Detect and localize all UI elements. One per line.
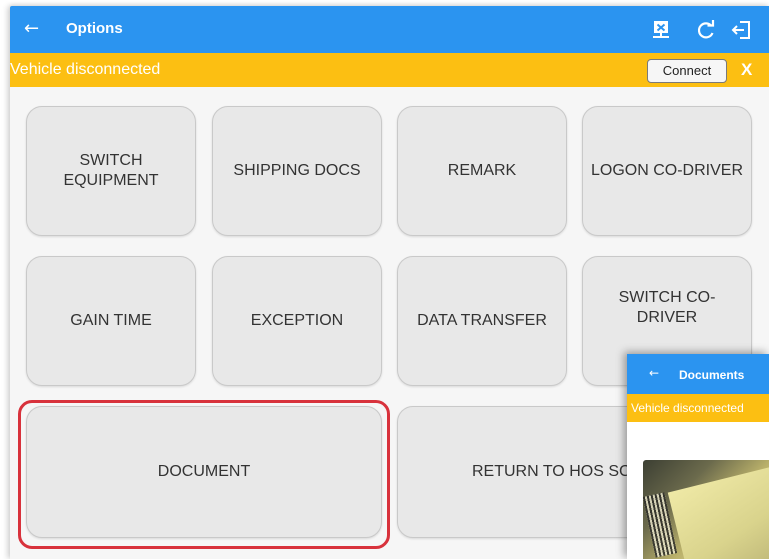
refresh-icon[interactable] xyxy=(694,18,718,42)
switch-equipment-label-line1: SWITCH xyxy=(79,152,143,169)
exception-label: EXCEPTION xyxy=(250,312,344,329)
logon-co-driver-button[interactable]: LOGON CO-DRIVER xyxy=(582,106,752,236)
return-to-hos-label: RETURN TO HOS SC xyxy=(472,463,631,480)
remark-label: REMARK xyxy=(447,162,517,179)
data-transfer-button[interactable]: DATA TRANSFER xyxy=(397,256,567,386)
exception-button[interactable]: EXCEPTION xyxy=(212,256,382,386)
remark-button[interactable]: REMARK xyxy=(397,106,567,236)
shipping-docs-button[interactable]: SHIPPING DOCS xyxy=(212,106,382,236)
logon-co-driver-label: LOGON CO-DRIVER xyxy=(590,162,743,179)
gain-time-button[interactable]: GAIN TIME xyxy=(26,256,196,386)
document-photo-thumbnail[interactable] xyxy=(642,460,769,559)
logout-icon[interactable] xyxy=(729,18,753,42)
back-arrow-icon[interactable]: ← xyxy=(24,18,39,40)
documents-title: Documents xyxy=(679,368,745,382)
document-paper-image xyxy=(667,466,769,559)
back-arrow-icon[interactable]: ← xyxy=(649,366,659,380)
switch-co-driver-label-line2: DRIVER xyxy=(636,309,698,326)
documents-app-bar: ← Documents xyxy=(627,354,769,394)
page-title: Options xyxy=(66,20,123,37)
documents-screen-preview: ← Documents Vehicle disconnected xyxy=(627,354,769,559)
switch-equipment-label-line2: EQUIPMENT xyxy=(63,172,159,189)
status-message: Vehicle disconnected xyxy=(10,61,161,78)
switch-equipment-button[interactable]: SWITCH EQUIPMENT xyxy=(26,106,196,236)
vehicle-status-banner: Vehicle disconnected Connect X xyxy=(10,53,769,87)
shipping-docs-label: SHIPPING DOCS xyxy=(233,162,361,179)
switch-co-driver-label-line1: SWITCH CO- xyxy=(618,289,716,306)
documents-status-banner: Vehicle disconnected xyxy=(627,394,769,422)
document-highlight-outline xyxy=(18,400,390,549)
connect-button[interactable]: Connect xyxy=(647,59,727,83)
gain-time-label: GAIN TIME xyxy=(70,312,152,329)
disconnect-icon[interactable] xyxy=(649,18,673,42)
options-screen: ← Options Vehicle disconnected Connect X… xyxy=(10,6,769,559)
documents-status-message: Vehicle disconnected xyxy=(631,401,744,415)
data-transfer-label: DATA TRANSFER xyxy=(417,312,547,329)
app-bar: ← Options xyxy=(10,6,769,53)
dismiss-banner-button[interactable]: X xyxy=(741,60,752,80)
